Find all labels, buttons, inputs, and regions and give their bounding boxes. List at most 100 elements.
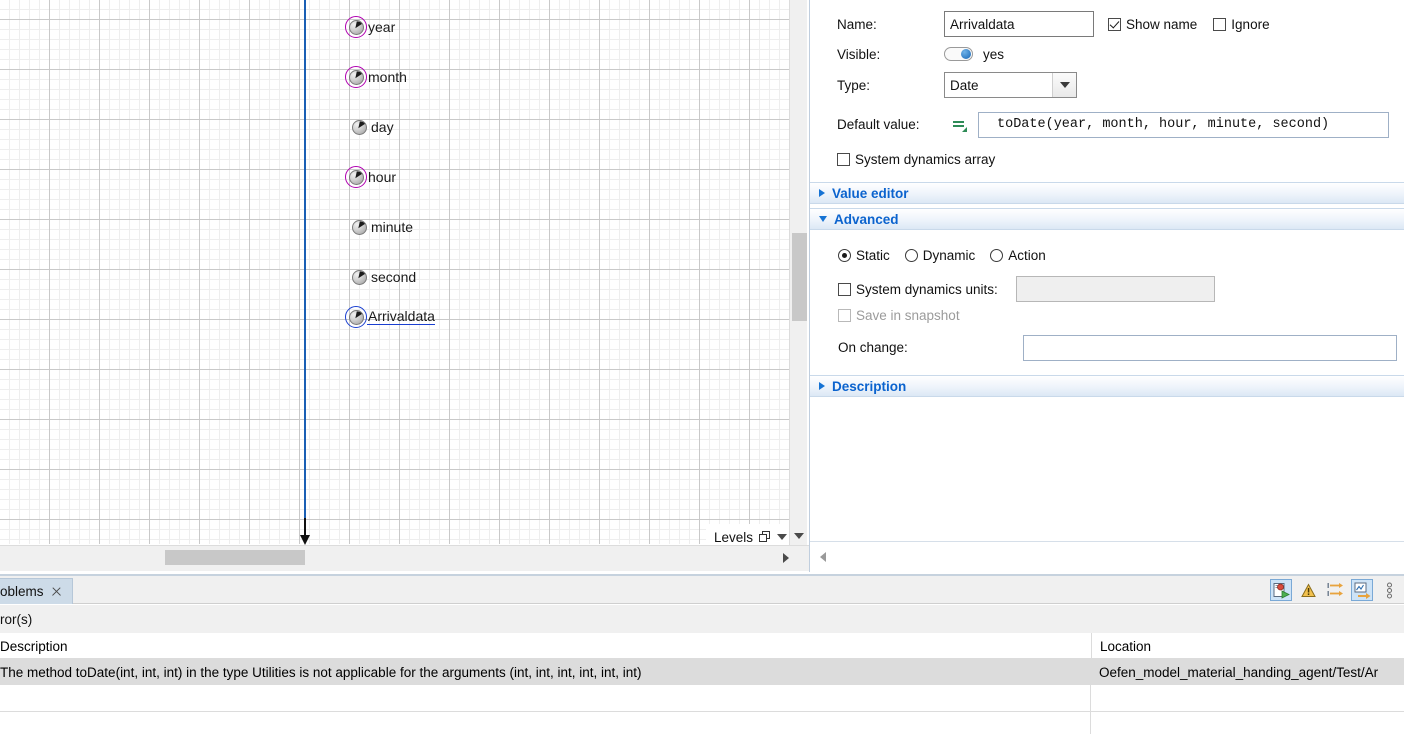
canvas-param-label: month	[368, 69, 407, 85]
type-select-value: Date	[950, 77, 979, 93]
type-label: Type:	[837, 77, 871, 93]
system-dynamics-units-checkbox[interactable]: System dynamics units:	[838, 282, 998, 297]
chevron-right-icon[interactable]	[783, 553, 789, 563]
chevron-left-icon[interactable]	[820, 551, 826, 562]
canvas-param-day[interactable]: day	[348, 116, 394, 138]
section-title: Description	[832, 378, 907, 394]
ignore-checkbox[interactable]: Ignore	[1213, 16, 1270, 32]
canvas-param-month[interactable]: month	[345, 66, 407, 88]
problems-panel: oblems ror(s) Description Location The m…	[0, 574, 1404, 734]
system-dynamics-units-row: System dynamics units:	[838, 276, 1398, 302]
canvas-param-arrivaldata[interactable]: Arrivaldata	[345, 306, 435, 328]
checkbox-box	[838, 308, 851, 322]
ignore-label: Ignore	[1231, 16, 1270, 32]
canvas-param-label: second	[371, 269, 417, 285]
chevron-right-icon[interactable]	[819, 189, 825, 197]
tab-problems-label: oblems	[0, 584, 44, 599]
visible-row: Visible: yes	[837, 44, 1237, 64]
chevron-right-icon[interactable]	[819, 382, 825, 390]
chevron-down-icon[interactable]	[819, 216, 827, 222]
system-dynamics-units-label: System dynamics units:	[856, 281, 998, 297]
application-window: year month day hour minute second Arriva…	[0, 0, 1404, 734]
canvas-vertical-scroll-thumb[interactable]	[792, 233, 807, 321]
parameter-knob-icon	[345, 66, 367, 88]
canvas-horizontal-scroll-thumb[interactable]	[165, 550, 305, 565]
parameter-knob-icon	[348, 216, 370, 238]
section-header-description[interactable]: Description	[810, 375, 1404, 397]
canvas-param-year[interactable]: year	[345, 16, 395, 38]
on-change-label: On change:	[838, 340, 908, 355]
radio-button[interactable]	[904, 248, 918, 262]
canvas-axis-arrow-head	[300, 535, 310, 545]
radio-button[interactable]	[838, 248, 851, 262]
save-in-snapshot-label: Save in snapshot	[856, 307, 960, 323]
section-header-advanced[interactable]: Advanced	[810, 208, 1404, 230]
canvas-vertical-scrollbar[interactable]	[789, 0, 807, 545]
parameter-knob-icon	[348, 266, 370, 288]
view-menu-icon[interactable]	[1378, 579, 1400, 601]
canvas-param-minute[interactable]: minute	[348, 216, 413, 238]
parameter-knob-icon	[345, 306, 367, 328]
warning-icon[interactable]	[1297, 579, 1319, 601]
tab-problems[interactable]: oblems	[0, 578, 73, 604]
table-row[interactable]: The method toDate(int, int, int) in the …	[0, 659, 1404, 685]
canvas-horizontal-scrollbar[interactable]	[0, 545, 809, 571]
radio-label: Dynamic	[922, 247, 976, 263]
close-icon[interactable]	[51, 586, 62, 597]
radio-dynamic[interactable]: Dynamic	[904, 247, 976, 263]
canvas-param-second[interactable]: second	[348, 266, 416, 288]
type-select[interactable]: Date	[944, 72, 1077, 98]
radio-static[interactable]: Static	[838, 248, 890, 263]
radio-label: Static	[856, 247, 890, 263]
show-name-checkbox[interactable]: Show name	[1108, 17, 1197, 32]
section-title: Value editor	[832, 185, 909, 201]
focus-icon[interactable]	[1351, 579, 1373, 601]
radio-action[interactable]: Action	[990, 248, 1046, 263]
problems-tabbar: oblems	[0, 576, 1404, 604]
canvas-param-label: day	[371, 119, 394, 135]
checkbox-box[interactable]	[837, 152, 850, 166]
properties-panel: Name: Show name Ignore Visible: yes Type…	[809, 0, 1404, 572]
problems-count: ror(s)	[0, 605, 1404, 633]
table-row-empty[interactable]	[0, 711, 1404, 734]
group-by-icon[interactable]	[1324, 579, 1346, 601]
visible-toggle[interactable]	[944, 47, 973, 61]
system-dynamics-units-input[interactable]	[1015, 276, 1215, 302]
parameter-knob-icon	[348, 116, 370, 138]
chevron-down-icon[interactable]	[794, 533, 804, 539]
problem-location: Oefen_model_material_handing_agent/Test/…	[1099, 664, 1379, 680]
default-value-input[interactable]	[978, 111, 1389, 138]
checkbox-box[interactable]	[1108, 17, 1121, 31]
on-change-input[interactable]	[1023, 334, 1397, 361]
model-canvas-pane[interactable]: year month day hour minute second Arriva…	[0, 0, 809, 572]
on-change-row: On change:	[838, 334, 1403, 361]
expression-icon[interactable]	[953, 118, 967, 132]
table-row-empty[interactable]	[0, 685, 1404, 711]
system-dynamics-array-checkbox[interactable]: System dynamics array	[837, 150, 1237, 168]
radio-label: Action	[1008, 247, 1046, 263]
save-in-snapshot-checkbox: Save in snapshot	[838, 306, 1238, 324]
section-title: Advanced	[834, 211, 899, 227]
canvas-param-label: hour	[368, 169, 397, 185]
checkbox-box[interactable]	[1213, 17, 1227, 31]
problem-description: The method toDate(int, int, int) in the …	[0, 664, 642, 680]
column-header-location[interactable]: Location	[1091, 633, 1404, 659]
default-value-row: Default value:	[837, 111, 1404, 138]
name-input[interactable]	[944, 11, 1094, 37]
radio-button[interactable]	[990, 248, 1004, 262]
canvas-param-hour[interactable]: hour	[345, 166, 396, 188]
visible-value: yes	[983, 46, 1005, 62]
section-header-value-editor[interactable]: Value editor	[810, 182, 1404, 204]
column-header-description[interactable]: Description	[0, 633, 1090, 659]
default-value-field-wrap	[978, 111, 1389, 138]
problems-count-label: ror(s)	[0, 611, 33, 627]
select-dropdown-button[interactable]	[1052, 73, 1076, 97]
problems-filter-icon[interactable]	[1270, 579, 1292, 601]
properties-footer	[810, 541, 1404, 571]
canvas-axis-line	[304, 0, 306, 520]
chevron-down-icon[interactable]	[777, 534, 787, 540]
visible-label: Visible:	[837, 46, 881, 62]
mode-radio-group: Static Dynamic Action	[838, 246, 1238, 264]
on-change-field-wrap	[1023, 334, 1397, 361]
checkbox-box[interactable]	[838, 282, 851, 296]
